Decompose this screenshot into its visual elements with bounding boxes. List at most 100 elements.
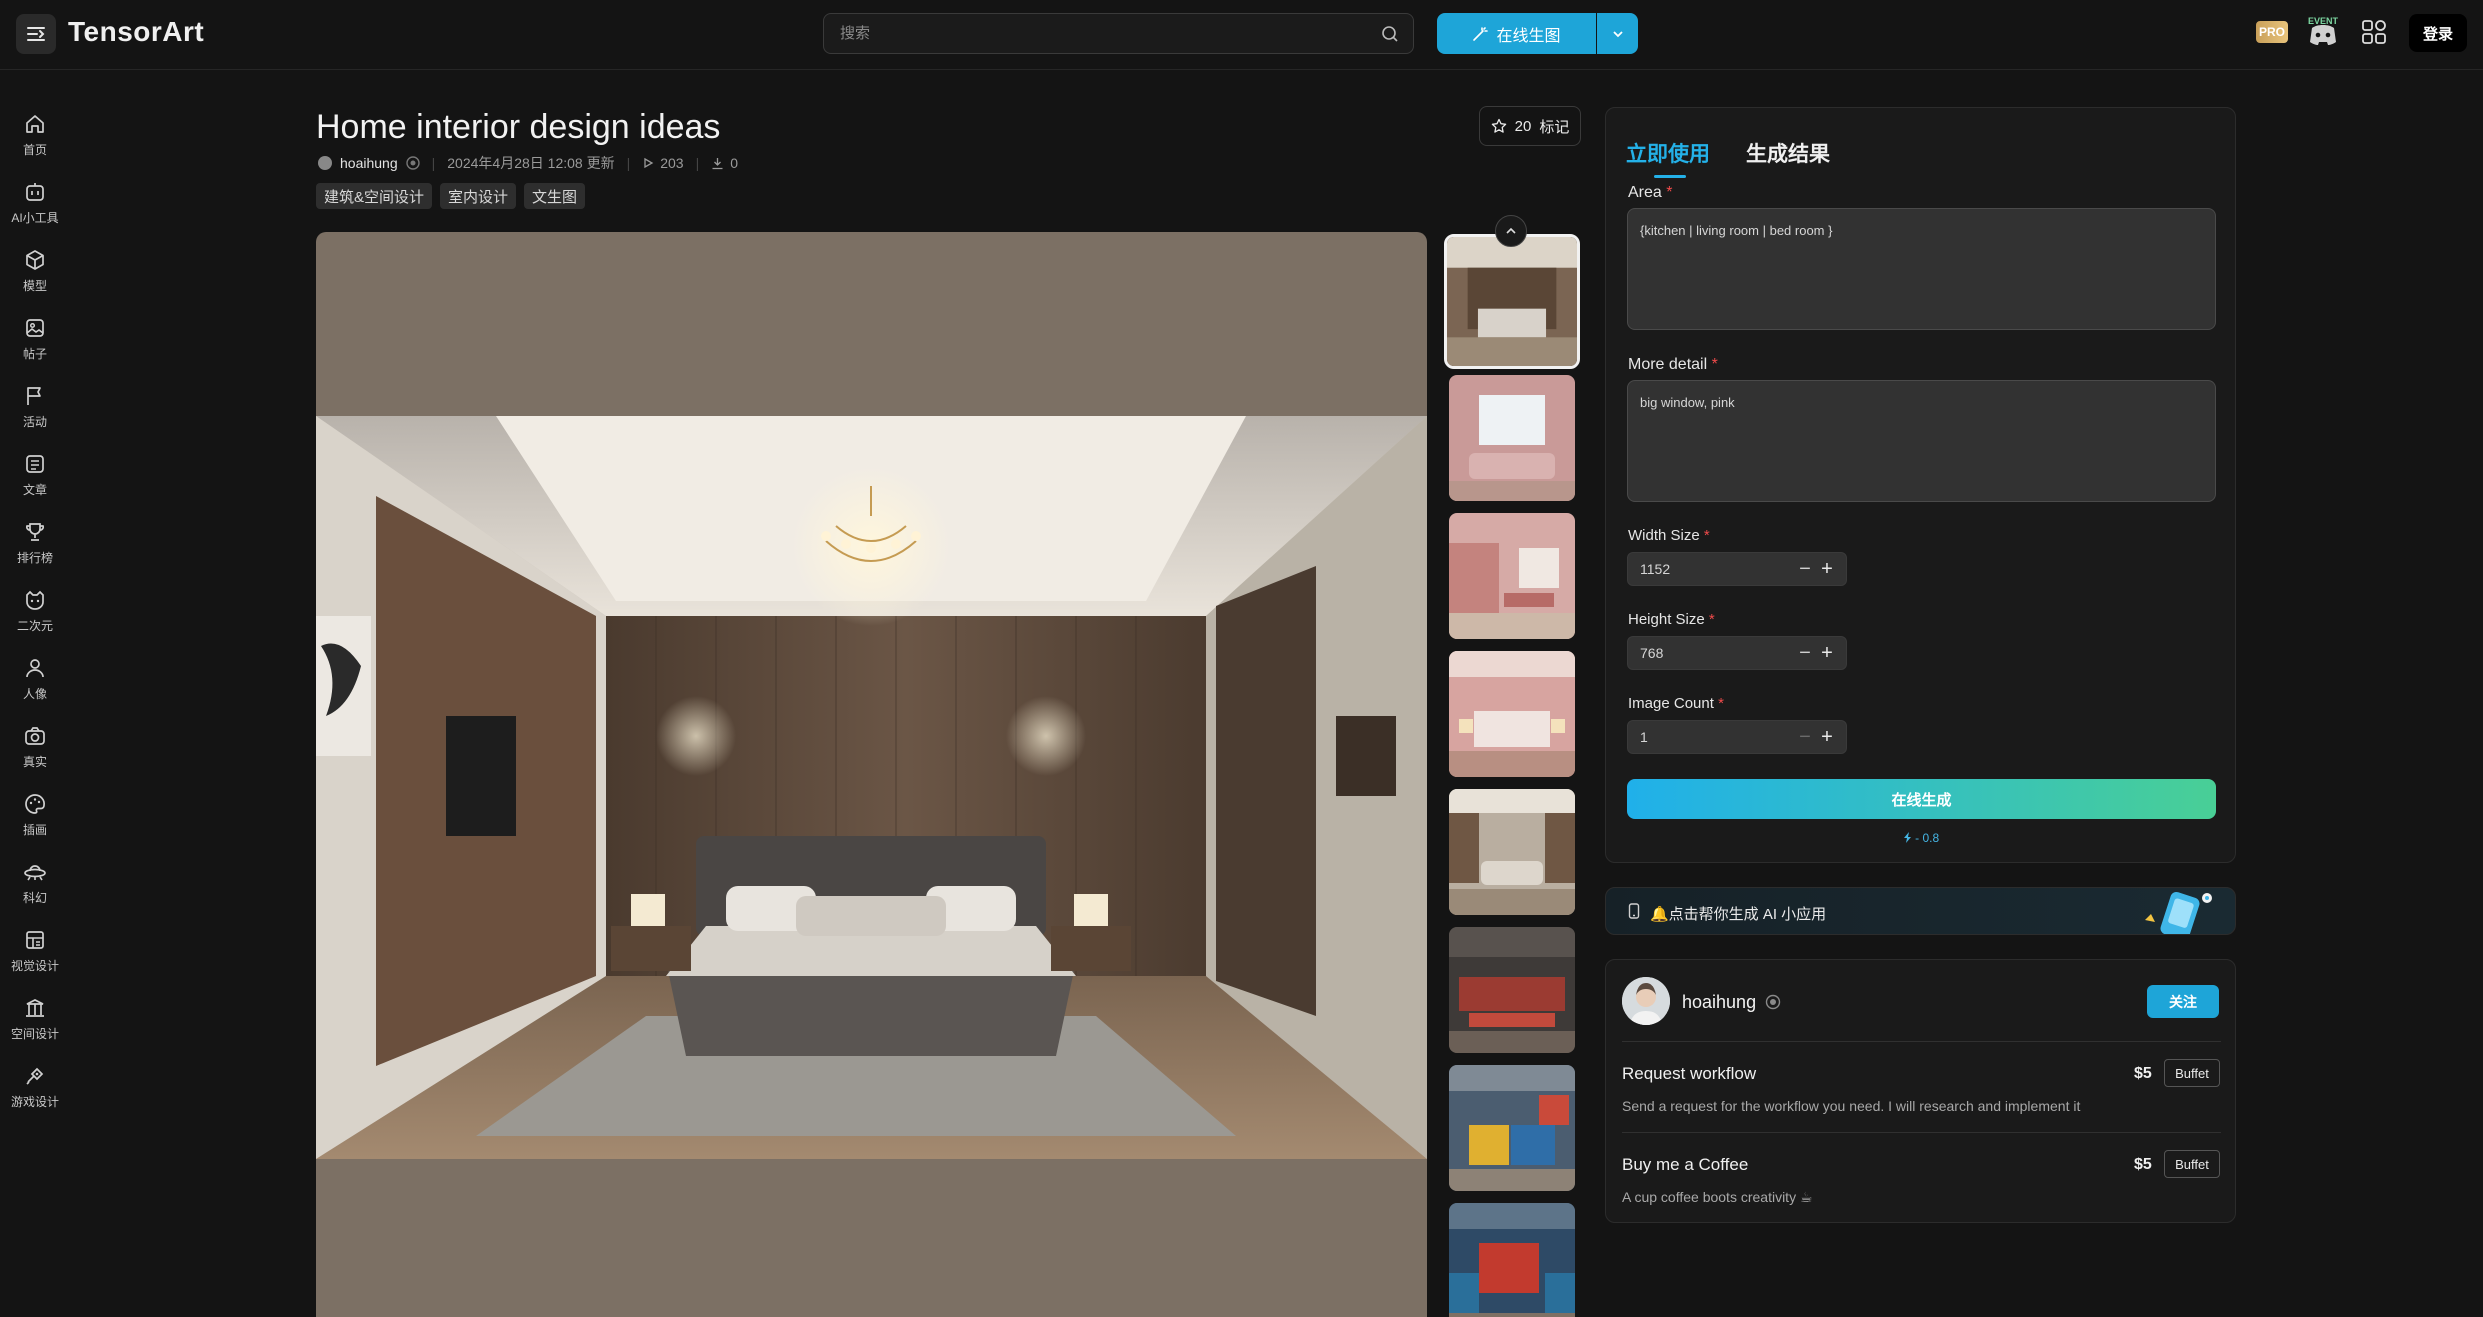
thumbnail-item[interactable] [1444, 234, 1580, 369]
sidebar-item-home[interactable]: 首页 [0, 112, 70, 172]
model-cube-icon [26, 250, 44, 270]
sidebar-item-articles[interactable]: 文章 [0, 452, 70, 512]
width-size-label: Width Size * [1628, 527, 1710, 544]
height-size-label: Height Size * [1628, 611, 1715, 628]
author-name[interactable]: hoaihung [1682, 992, 1756, 1013]
menu-icon [27, 27, 45, 41]
thumbnail-item[interactable] [1449, 1203, 1575, 1317]
meta-divider: | [431, 155, 436, 171]
area-label: Area * [1628, 184, 1672, 202]
pro-badge[interactable]: PRO [2256, 21, 2288, 43]
image-count-input[interactable] [1640, 721, 1790, 753]
author-avatar[interactable] [1622, 977, 1670, 1025]
service-price: $5 [2134, 1065, 2152, 1082]
sidebar-item-leaderboard[interactable]: 排行榜 [0, 520, 70, 580]
count-decrement-button[interactable]: − [1794, 725, 1816, 749]
sidebar-item-realistic[interactable]: 真实 [0, 724, 70, 784]
thumbnail-item[interactable] [1449, 789, 1575, 915]
search-input[interactable] [840, 14, 1360, 53]
author-card: hoaihung 关注 Request workflow $5 Buffet S… [1605, 959, 2236, 1223]
thumbnail-item[interactable] [1449, 513, 1575, 639]
meta-divider: | [626, 155, 631, 171]
thumbnail-strip [1443, 232, 1581, 1317]
width-increment-button[interactable]: + [1816, 557, 1838, 581]
search-box[interactable] [823, 13, 1414, 54]
width-size-stepper[interactable]: − + [1627, 552, 1847, 586]
thumbnail-living-room-gray [1449, 789, 1575, 915]
sidebar-item-space-design[interactable]: 空间设计 [0, 996, 70, 1056]
service-price: $5 [2134, 1156, 2152, 1173]
main-image[interactable] [316, 232, 1427, 1317]
thumbnail-item[interactable] [1449, 651, 1575, 777]
sidebar-item-label: 游戏设计 [10, 1095, 59, 1109]
thumbnails-scroll-up-button[interactable] [1495, 215, 1527, 247]
height-size-stepper[interactable]: − + [1627, 636, 1847, 670]
generate-dropdown-button[interactable] [1597, 13, 1638, 54]
sidebar-item-posts[interactable]: 帖子 [0, 316, 70, 376]
mark-count: 20 [1514, 117, 1532, 135]
logo[interactable]: TensorArt [68, 16, 204, 48]
image-count-stepper[interactable]: − + [1627, 720, 1847, 754]
mark-favorite-button[interactable]: 20 标记 [1479, 106, 1581, 146]
sidebar-item-anime[interactable]: 二次元 [0, 588, 70, 648]
thumbnail-item[interactable] [1449, 927, 1575, 1053]
sidebar-item-visual-design[interactable]: 视觉设计 [0, 928, 70, 988]
sidebar-item-scifi[interactable]: 科幻 [0, 860, 70, 920]
divider [1622, 1132, 2221, 1133]
tag-interior[interactable]: 室内设计 [440, 183, 517, 209]
generate-button[interactable]: 在线生成 [1627, 779, 2216, 819]
chevron-up-icon [1506, 227, 1516, 234]
width-decrement-button[interactable]: − [1794, 557, 1816, 581]
tab-use-now[interactable]: 立即使用 [1626, 138, 1710, 178]
search-icon[interactable] [1381, 25, 1399, 43]
event-discord-button[interactable]: EVENT [2306, 16, 2340, 48]
more-detail-textarea[interactable]: big window, pink [1627, 380, 2216, 502]
sidebar-item-label: 排行榜 [16, 551, 53, 565]
image-count-label: Image Count * [1628, 695, 1724, 712]
tag-text2img[interactable]: 文生图 [524, 183, 586, 209]
sidebar-item-models[interactable]: 模型 [0, 248, 70, 308]
menu-toggle-button[interactable] [16, 14, 56, 54]
tab-results[interactable]: 生成结果 [1746, 138, 1830, 168]
sidebar: 首页 AI小工具 模型 帖子 活动 文章 排行榜 二次元 人像 真实 插画 科幻… [0, 71, 70, 1317]
service-badge-button[interactable]: Buffet [2164, 1059, 2220, 1087]
magic-wand-icon [1473, 26, 1489, 41]
apps-grid-icon[interactable] [2361, 19, 2387, 45]
author-name-link[interactable]: hoaihung [340, 155, 398, 171]
thumbnail-item[interactable] [1449, 1065, 1575, 1191]
palette-icon [25, 794, 45, 814]
service-badge-button[interactable]: Buffet [2164, 1150, 2220, 1178]
thumbnail-kitchen-pink [1449, 513, 1575, 639]
ai-app-banner[interactable]: 🔔点击帮你生成 AI 小应用 [1605, 887, 2236, 935]
follow-button[interactable]: 关注 [2147, 985, 2219, 1018]
tag-architecture[interactable]: 建筑&空间设计 [316, 183, 433, 209]
author-badge-icon [405, 156, 420, 170]
thumbnail-bedroom-wood [1447, 237, 1577, 366]
image-count-label-text: Image Count [1628, 695, 1714, 712]
height-decrement-button[interactable]: − [1794, 641, 1816, 665]
sidebar-item-label: 模型 [22, 279, 47, 293]
thumbnail-item[interactable] [1449, 375, 1575, 501]
count-increment-button[interactable]: + [1816, 725, 1838, 749]
sidebar-item-events[interactable]: 活动 [0, 384, 70, 444]
tag-list: 建筑&空间设计 室内设计 文生图 [316, 183, 586, 209]
width-size-input[interactable] [1640, 553, 1790, 585]
sidebar-item-label: 首页 [22, 143, 47, 157]
updated-time: 2024年4月28日 12:08 更新 [447, 155, 615, 171]
credit-cost: - 0.8 [1606, 831, 2237, 845]
sidebar-item-illustration[interactable]: 插画 [0, 792, 70, 852]
article-icon [26, 455, 44, 473]
sidebar-item-game-design[interactable]: 游戏设计 [0, 1064, 70, 1124]
height-size-input[interactable] [1640, 637, 1790, 669]
sidebar-item-ai-tools[interactable]: AI小工具 [0, 180, 70, 240]
area-textarea[interactable]: {kitchen | living room | bed room } [1627, 208, 2216, 330]
sidebar-item-label: 插画 [22, 823, 47, 837]
play-icon [644, 157, 654, 169]
online-generate-button[interactable]: 在线生图 [1437, 13, 1596, 54]
login-button[interactable]: 登录 [2409, 14, 2467, 52]
sidebar-item-portrait[interactable]: 人像 [0, 656, 70, 716]
trophy-icon [25, 523, 45, 541]
author-avatar-small[interactable] [318, 156, 332, 170]
thumbnail-bedroom-pink [1449, 651, 1575, 777]
height-increment-button[interactable]: + [1816, 641, 1838, 665]
